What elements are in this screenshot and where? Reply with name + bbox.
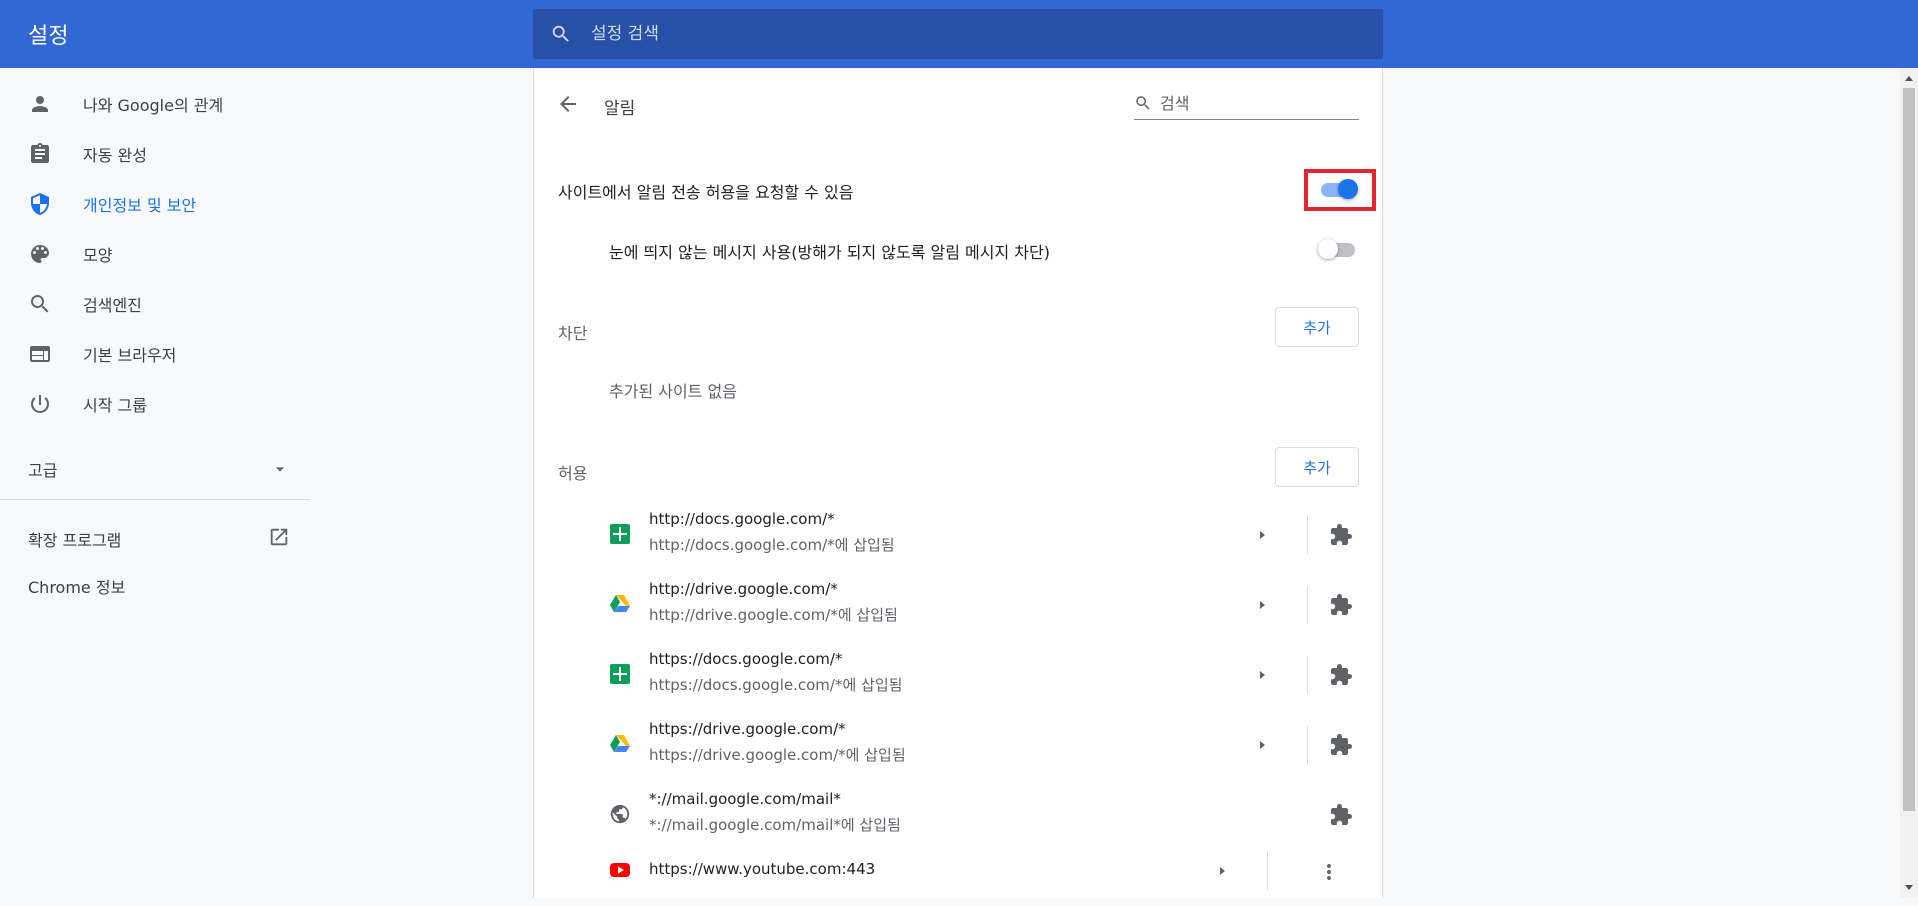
divider xyxy=(1307,586,1308,624)
site-url: *://mail.google.com/mail* xyxy=(649,790,841,808)
block-section-label: 차단 xyxy=(558,324,588,343)
site-url: https://www.youtube.com:443 xyxy=(649,860,876,878)
site-embedded-text: https://docs.google.com/*에 삽입됨 xyxy=(649,676,903,694)
sidebar-item-appearance[interactable]: 모양 xyxy=(0,229,310,279)
caret-down-icon xyxy=(275,467,285,472)
sidebar-item-on-startup[interactable]: 시작 그룹 xyxy=(0,379,310,429)
palette-icon xyxy=(31,245,49,263)
sidebar-item-label: 개인정보 및 보안 xyxy=(83,196,197,215)
arrow-right-icon[interactable] xyxy=(1214,863,1230,879)
ask-before-sending-toggle[interactable] xyxy=(1318,179,1358,199)
allow-section-label: 허용 xyxy=(558,464,588,483)
scrollbar[interactable] xyxy=(1900,68,1918,898)
scrollbar-thumb[interactable] xyxy=(1903,88,1915,811)
shield-icon xyxy=(31,193,49,215)
allow-add-button[interactable]: 추가 xyxy=(1275,447,1359,487)
site-row: http://drive.google.com/* http://drive.g… xyxy=(534,570,1384,640)
sidebar-item-label: 기본 브라우저 xyxy=(83,346,177,365)
sidebar-item-label: 나와 Google의 관계 xyxy=(83,96,224,115)
sidebar-item-autofill[interactable]: 자동 완성 xyxy=(0,129,310,179)
sidebar-item-default-browser[interactable]: 기본 브라우저 xyxy=(0,329,310,379)
puzzle-icon xyxy=(1331,804,1352,825)
sidebar-extensions-link[interactable]: 확장 프로그램 xyxy=(28,523,290,553)
puzzle-icon xyxy=(1331,734,1352,755)
site-embedded-text: http://drive.google.com/*에 삽입됨 xyxy=(649,606,898,624)
page-title: 알림 xyxy=(604,99,636,119)
quiet-messaging-label: 눈에 띄지 않는 메시지 사용(방해가 되지 않도록 알림 메시지 차단) xyxy=(609,243,1050,262)
sidebar-item-label: 검색엔진 xyxy=(83,296,142,315)
sidebar-about-chrome[interactable]: Chrome 정보 xyxy=(28,574,125,598)
site-embedded-text: *://mail.google.com/mail*에 삽입됨 xyxy=(649,816,901,834)
extensions-label: 확장 프로그램 xyxy=(28,531,122,550)
toggle-knob xyxy=(1338,179,1358,199)
sheets-icon xyxy=(610,524,630,544)
power-icon xyxy=(30,395,49,413)
quiet-messaging-toggle[interactable] xyxy=(1318,239,1358,259)
page-search-box[interactable] xyxy=(1134,88,1359,120)
sidebar-item-you-and-google[interactable]: 나와 Google의 관계 xyxy=(0,79,310,129)
search-icon xyxy=(1136,96,1150,110)
divider xyxy=(1307,656,1308,694)
site-row: https://www.youtube.com:443 xyxy=(534,836,1384,906)
more-vert-icon[interactable] xyxy=(1317,860,1341,884)
youtube-icon xyxy=(610,863,630,877)
site-url: https://drive.google.com/* xyxy=(649,720,846,738)
settings-search-box[interactable] xyxy=(533,9,1383,59)
page-search-input[interactable] xyxy=(1158,88,1358,118)
sidebar-item-label: 자동 완성 xyxy=(83,146,147,165)
search-icon xyxy=(552,25,569,42)
site-row: https://docs.google.com/* https://docs.g… xyxy=(534,640,1384,710)
open-in-new-icon xyxy=(270,528,288,546)
divider xyxy=(1307,726,1308,764)
puzzle-icon xyxy=(1331,664,1352,685)
block-add-button[interactable]: 추가 xyxy=(1275,307,1359,347)
arrow-right-icon[interactable] xyxy=(1254,667,1270,683)
person-icon xyxy=(32,96,48,112)
site-embedded-text: https://drive.google.com/*에 삽입됨 xyxy=(649,746,906,764)
arrow-right-icon[interactable] xyxy=(1254,527,1270,543)
drive-icon xyxy=(610,595,630,612)
sidebar: 나와 Google의 관계 자동 완성 개인정보 및 보안 모양 검색엔진 기본… xyxy=(0,68,310,898)
clipboard-icon xyxy=(31,143,49,163)
scroll-down-icon[interactable] xyxy=(1904,882,1914,892)
puzzle-icon xyxy=(1331,524,1352,545)
notifications-card: 알림 사이트에서 알림 전송 허용을 요청할 수 있음 눈에 띄지 않는 메시지… xyxy=(533,68,1383,898)
globe-icon xyxy=(610,804,630,824)
sheets-icon xyxy=(610,664,630,684)
site-url: https://docs.google.com/* xyxy=(649,650,843,668)
site-url: http://drive.google.com/* xyxy=(649,580,838,598)
arrow-right-icon[interactable] xyxy=(1254,597,1270,613)
sidebar-item-privacy-security[interactable]: 개인정보 및 보안 xyxy=(0,179,310,229)
puzzle-icon xyxy=(1331,594,1352,615)
sidebar-divider xyxy=(0,499,310,500)
scroll-up-icon[interactable] xyxy=(1904,74,1914,84)
search-icon xyxy=(31,295,49,313)
site-embedded-text: http://docs.google.com/*에 삽입됨 xyxy=(649,536,895,554)
arrow-right-icon[interactable] xyxy=(1254,737,1270,753)
back-arrow-icon[interactable] xyxy=(556,92,580,116)
advanced-label: 고급 xyxy=(28,461,58,480)
header-bar: 설정 xyxy=(0,0,1918,68)
ask-toggle-label: 사이트에서 알림 전송 허용을 요청할 수 있음 xyxy=(558,183,854,202)
sidebar-advanced-toggle[interactable]: 고급 xyxy=(28,453,290,483)
site-row: http://docs.google.com/* http://docs.goo… xyxy=(534,500,1384,570)
sidebar-item-search-engine[interactable]: 검색엔진 xyxy=(0,279,310,329)
drive-icon xyxy=(610,735,630,752)
divider xyxy=(1307,516,1308,554)
site-row: https://drive.google.com/* https://drive… xyxy=(534,710,1384,780)
browser-icon xyxy=(30,346,50,362)
block-empty-message: 추가된 사이트 없음 xyxy=(609,382,737,401)
site-url: http://docs.google.com/* xyxy=(649,510,835,528)
app-title: 설정 xyxy=(28,24,69,49)
divider xyxy=(1267,852,1268,890)
settings-search-input[interactable] xyxy=(589,9,1349,59)
sidebar-item-label: 시작 그룹 xyxy=(83,396,147,415)
toggle-knob xyxy=(1318,239,1338,259)
sidebar-item-label: 모양 xyxy=(83,246,113,265)
